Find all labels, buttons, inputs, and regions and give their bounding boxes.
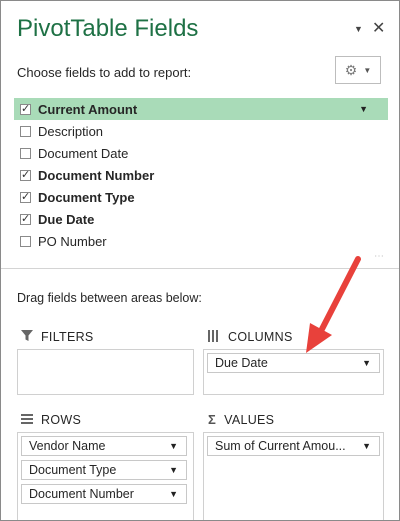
- field-item[interactable]: PO Number: [14, 230, 388, 252]
- field-item[interactable]: ✓ Current Amount ▼: [14, 98, 388, 120]
- choose-fields-label: Choose fields to add to report:: [17, 65, 192, 80]
- field-label: PO Number: [38, 233, 107, 249]
- pill-label: Due Date: [215, 356, 268, 370]
- field-checkbox[interactable]: ✓: [20, 213, 31, 225]
- filter-icon: [21, 329, 33, 345]
- filters-drop-zone[interactable]: [17, 349, 194, 395]
- chevron-down-icon[interactable]: ▼: [169, 489, 178, 499]
- gear-icon: ⚙: [344, 61, 358, 78]
- field-item[interactable]: ✓ Document Number: [14, 164, 388, 186]
- rows-label: ROWS: [41, 413, 82, 427]
- field-checkbox[interactable]: ✓: [20, 103, 31, 115]
- pill-label: Document Type: [29, 463, 117, 477]
- drag-fields-label: Drag fields between areas below:: [17, 291, 202, 305]
- columns-label: COLUMNS: [228, 330, 293, 344]
- splitter-handle[interactable]: ⋯: [374, 251, 385, 262]
- pane-title: PivotTable Fields: [17, 15, 199, 42]
- field-label: Current Amount: [38, 101, 138, 117]
- pill-label: Sum of Current Amou...: [215, 439, 346, 453]
- field-label: Description: [38, 123, 104, 139]
- field-label: Document Date: [38, 145, 129, 161]
- field-list: ✓ Current Amount ▼ Description Document …: [14, 98, 388, 252]
- values-drop-zone[interactable]: Sum of Current Amou... ▼: [203, 432, 384, 520]
- field-item[interactable]: ✓ Document Type: [14, 186, 388, 208]
- chevron-down-icon[interactable]: ▼: [362, 358, 371, 368]
- rows-header: ROWS: [21, 412, 81, 428]
- field-label: Due Date: [38, 211, 95, 227]
- field-checkbox[interactable]: [20, 147, 31, 159]
- tools-button[interactable]: ⚙ ▼: [335, 56, 381, 84]
- section-divider[interactable]: [1, 268, 399, 269]
- rows-icon: [21, 412, 33, 428]
- field-checkbox[interactable]: [20, 235, 31, 247]
- columns-icon: [208, 329, 220, 345]
- rows-drop-zone[interactable]: Vendor Name ▼ Document Type ▼ Document N…: [17, 432, 194, 520]
- chevron-down-icon[interactable]: ▼: [354, 24, 363, 34]
- rows-field-vendor-name[interactable]: Vendor Name ▼: [21, 436, 187, 456]
- field-label: Document Type: [38, 189, 135, 205]
- chevron-down-icon[interactable]: ▼: [359, 104, 368, 114]
- field-checkbox[interactable]: ✓: [20, 191, 31, 203]
- close-icon[interactable]: ✕: [372, 18, 385, 38]
- columns-field-due-date[interactable]: Due Date ▼: [207, 353, 380, 373]
- pill-label: Document Number: [29, 487, 134, 501]
- columns-drop-zone[interactable]: Due Date ▼: [203, 349, 384, 395]
- field-checkbox[interactable]: ✓: [20, 169, 31, 181]
- filters-header: FILTERS: [21, 329, 94, 345]
- values-label: VALUES: [224, 412, 275, 427]
- rows-field-document-number[interactable]: Document Number ▼: [21, 484, 187, 504]
- chevron-down-icon: ▼: [363, 65, 372, 75]
- columns-header: COLUMNS: [208, 329, 293, 345]
- pill-label: Vendor Name: [29, 439, 106, 453]
- filters-label: FILTERS: [41, 330, 94, 344]
- field-item[interactable]: ✓ Due Date: [14, 208, 388, 230]
- field-checkbox[interactable]: [20, 125, 31, 137]
- chevron-down-icon[interactable]: ▼: [169, 465, 178, 475]
- rows-field-document-type[interactable]: Document Type ▼: [21, 460, 187, 480]
- values-field-sum-current-amount[interactable]: Sum of Current Amou... ▼: [207, 436, 380, 456]
- chevron-down-icon[interactable]: ▼: [169, 441, 178, 451]
- pivottable-fields-pane: PivotTable Fields ▼ ✕ Choose fields to a…: [0, 0, 400, 521]
- field-label: Document Number: [38, 167, 155, 183]
- chevron-down-icon[interactable]: ▼: [362, 441, 371, 451]
- values-header: Σ VALUES: [208, 412, 274, 427]
- sigma-icon: Σ: [208, 412, 217, 427]
- field-item[interactable]: Description: [14, 120, 388, 142]
- field-item[interactable]: Document Date: [14, 142, 388, 164]
